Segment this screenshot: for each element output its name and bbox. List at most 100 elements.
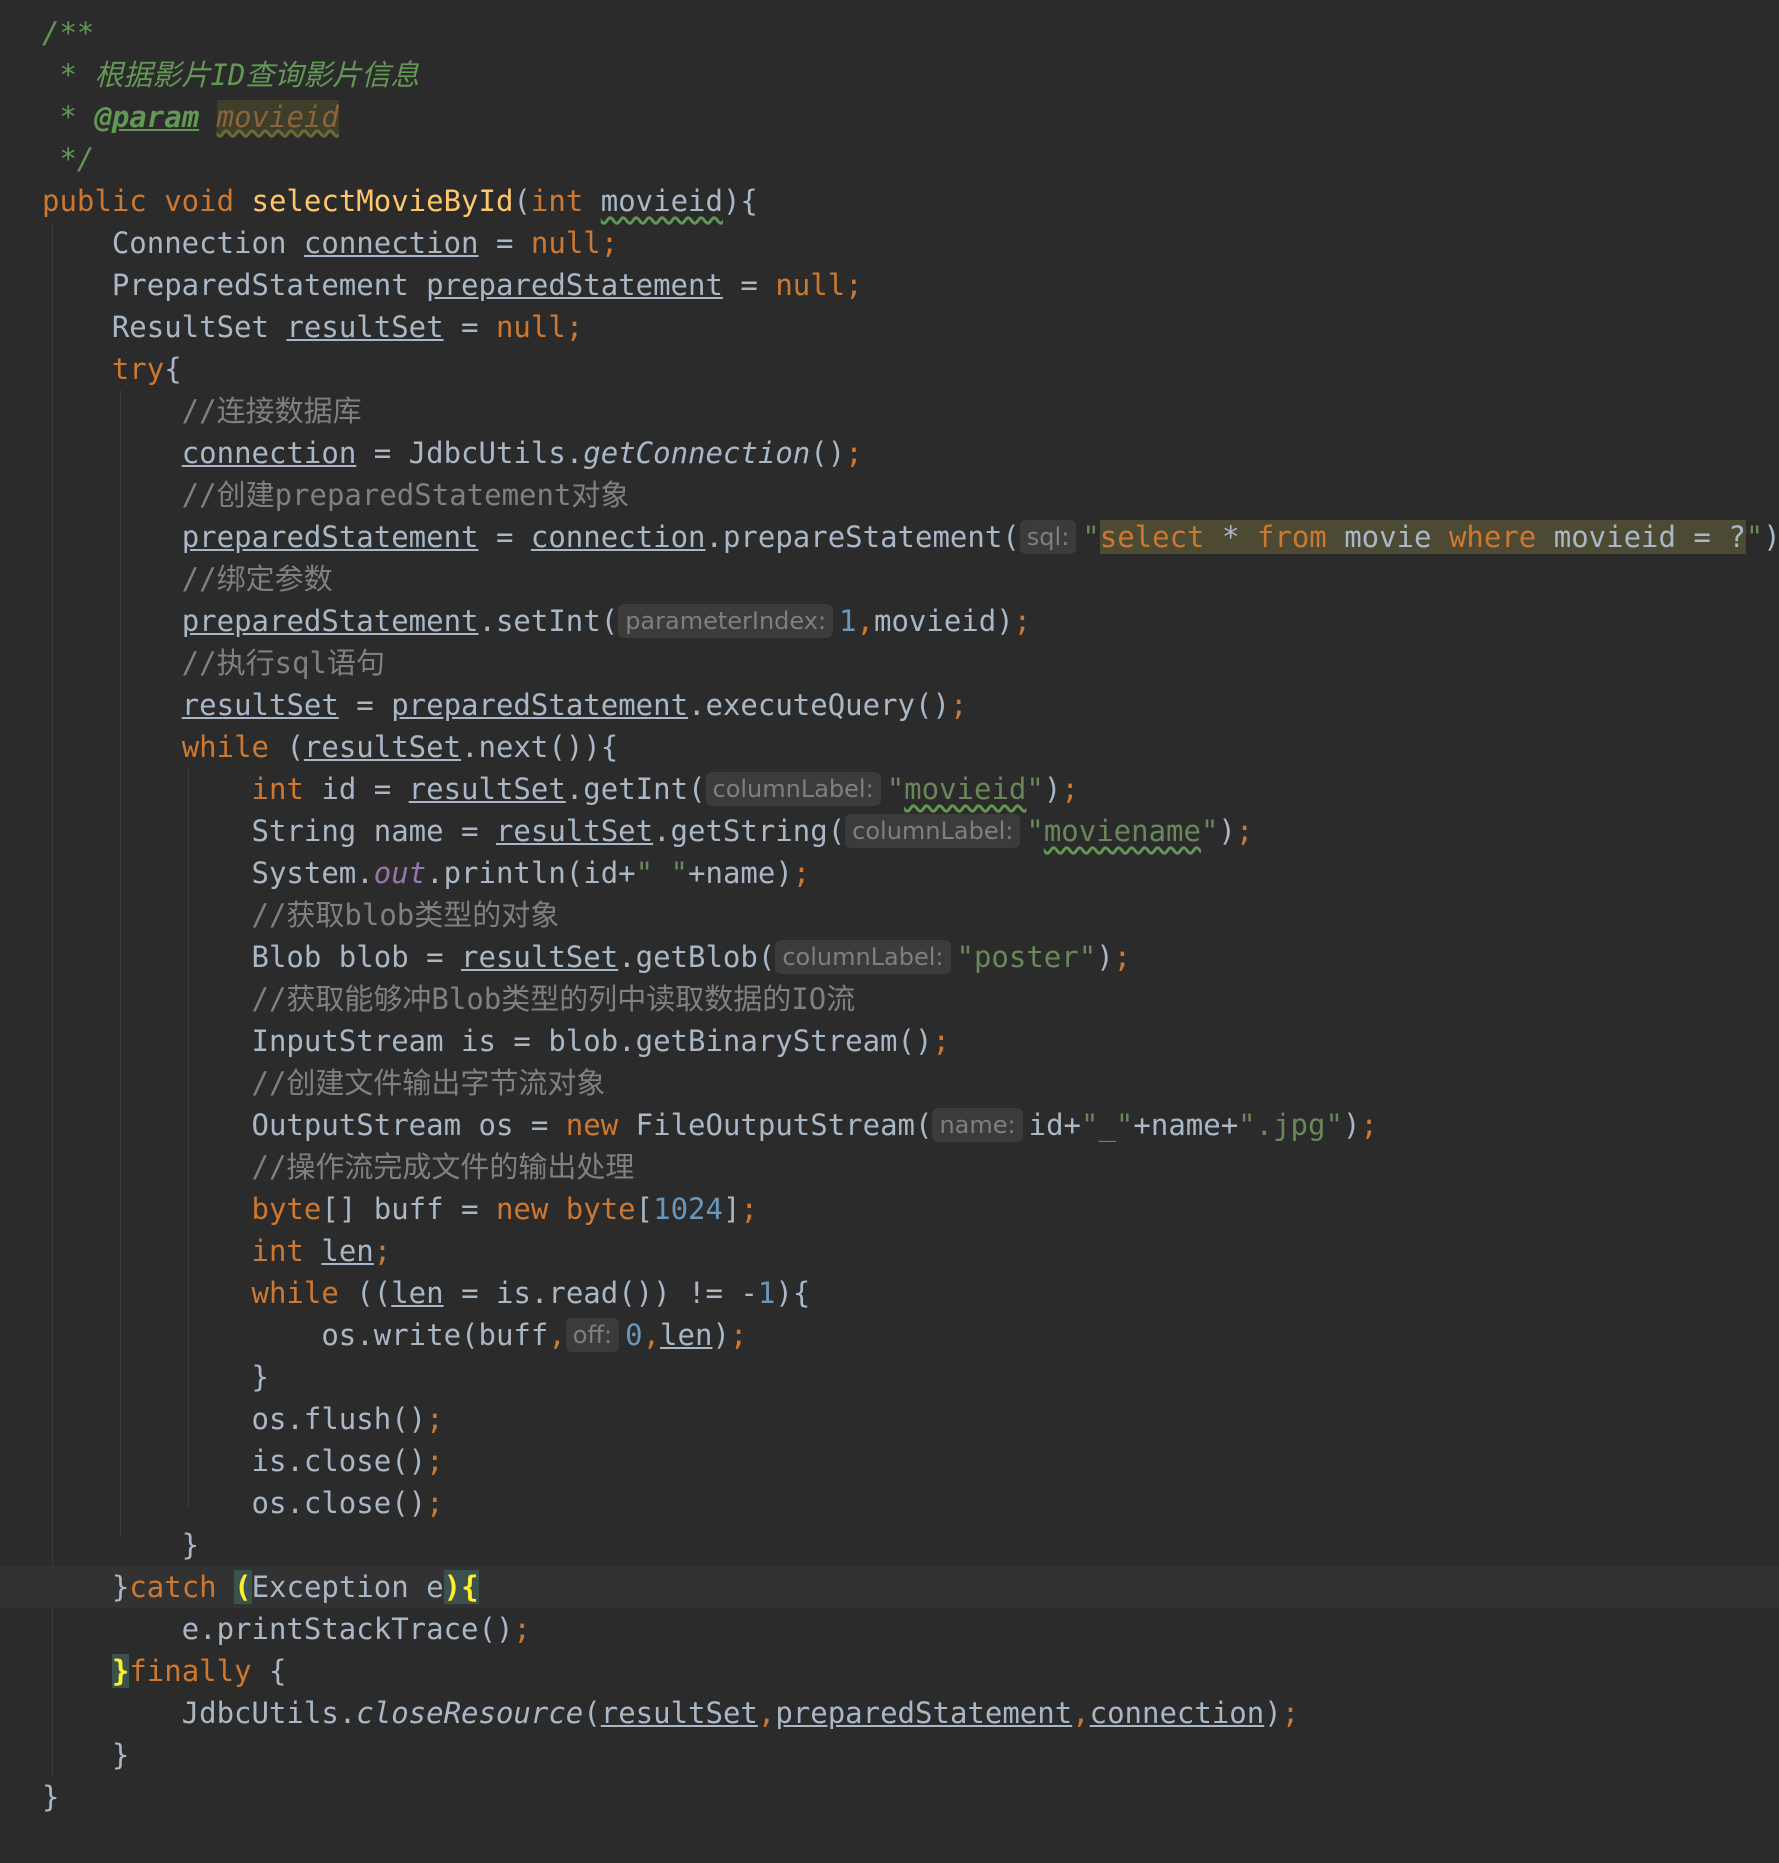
code-line[interactable]: * 根据影片ID查询影片信息: [0, 54, 1779, 96]
code-line[interactable]: os.close();: [0, 1482, 1779, 1524]
code-line-text: public void selectMovieById(int movieid)…: [42, 180, 758, 222]
code-line-text: //执行sql语句: [42, 642, 385, 684]
code-line[interactable]: //连接数据库: [0, 390, 1779, 432]
code-token: }: [42, 1360, 269, 1394]
code-line[interactable]: InputStream is = blob.getBinaryStream();: [0, 1020, 1779, 1062]
code-token: preparedStatement: [181, 604, 479, 638]
code-line-text: Blob blob = resultSet.getBlob(columnLabe…: [42, 936, 1131, 978]
code-line[interactable]: //执行sql语句: [0, 642, 1779, 684]
code-line[interactable]: ResultSet resultSet = null;: [0, 306, 1779, 348]
code-token: getConnection: [583, 436, 811, 470]
code-line[interactable]: while ((len = is.read()) != -1){: [0, 1272, 1779, 1314]
code-line[interactable]: */: [0, 138, 1779, 180]
code-line[interactable]: //获取能够冲Blob类型的列中读取数据的IO流: [0, 978, 1779, 1020]
code-line-text: ResultSet resultSet = null;: [42, 306, 583, 348]
code-token: ): [1096, 940, 1114, 974]
code-line[interactable]: while (resultSet.next()){: [0, 726, 1779, 768]
code-token: = JdbcUtils.: [356, 436, 584, 470]
code-line[interactable]: e.printStackTrace();: [0, 1608, 1779, 1650]
code-token: resultSet: [286, 310, 444, 344]
code-line-text: e.printStackTrace();: [42, 1608, 531, 1650]
code-token: id =: [303, 772, 409, 806]
code-line-text: */: [42, 138, 94, 180]
code-line-text: try{: [42, 348, 182, 390]
code-line[interactable]: System.out.println(id+" "+name);: [0, 852, 1779, 894]
parameter-hint: name:: [932, 1108, 1023, 1142]
code-token: resultSet: [461, 940, 619, 974]
code-line[interactable]: int len;: [0, 1230, 1779, 1272]
code-line[interactable]: }: [0, 1776, 1779, 1818]
code-line[interactable]: try{: [0, 348, 1779, 390]
code-line[interactable]: //创建文件输出字节流对象: [0, 1062, 1779, 1104]
code-line[interactable]: }catch (Exception e){: [0, 1566, 1779, 1608]
code-token: len: [321, 1234, 374, 1268]
code-line[interactable]: os.flush();: [0, 1398, 1779, 1440]
code-token: resultSet: [600, 1696, 758, 1730]
code-line[interactable]: preparedStatement = connection.prepareSt…: [0, 516, 1779, 558]
code-line[interactable]: JdbcUtils.closeResource(resultSet,prepar…: [0, 1692, 1779, 1734]
code-token: {: [251, 1654, 287, 1688]
code-line[interactable]: //绑定参数: [0, 558, 1779, 600]
code-token: public void: [42, 184, 252, 218]
code-token: ;: [426, 1402, 444, 1436]
code-line[interactable]: public void selectMovieById(int movieid)…: [0, 180, 1779, 222]
code-line[interactable]: int id = resultSet.getInt(columnLabel: "m…: [0, 768, 1779, 810]
code-line-text: }finally {: [42, 1650, 286, 1692]
code-line[interactable]: }: [0, 1356, 1779, 1398]
code-line[interactable]: }finally {: [0, 1650, 1779, 1692]
parameter-hint: columnLabel:: [775, 940, 951, 974]
code-line[interactable]: connection = JdbcUtils.getConnection();: [0, 432, 1779, 474]
code-line[interactable]: /**: [0, 12, 1779, 54]
code-line-text: int id = resultSet.getInt(columnLabel: "m…: [42, 768, 1079, 810]
code-token: ;: [426, 1486, 444, 1520]
code-line[interactable]: is.close();: [0, 1440, 1779, 1482]
code-line[interactable]: PreparedStatement preparedStatement = nu…: [0, 264, 1779, 306]
code-line-text: //创建文件输出字节流对象: [42, 1062, 606, 1104]
code-token: preparedStatement: [426, 268, 723, 302]
code-token: is.close(): [42, 1444, 427, 1478]
code-token: preparedStatement: [181, 520, 479, 554]
code-token: ;: [1113, 940, 1132, 974]
code-token: =: [478, 520, 531, 554]
code-line[interactable]: //创建preparedStatement对象: [0, 474, 1779, 516]
code-token: ,: [642, 1318, 661, 1352]
code-line[interactable]: byte[] buff = new byte[1024];: [0, 1188, 1779, 1230]
code-token: try: [111, 352, 165, 386]
code-line[interactable]: //获取blob类型的对象: [0, 894, 1779, 936]
code-token: 0: [625, 1318, 643, 1352]
code-token: +name): [688, 856, 793, 890]
code-token: }: [42, 1570, 130, 1604]
code-line[interactable]: * @param movieid: [0, 96, 1779, 138]
code-line-text: }catch (Exception e){: [42, 1566, 479, 1608]
code-editor[interactable]: /** * 根据影片ID查询影片信息 * @param movieid */ pu…: [0, 0, 1779, 1863]
code-token: resultSet: [303, 730, 462, 764]
code-token: ;: [1281, 1696, 1300, 1730]
code-line[interactable]: String name = resultSet.getString(column…: [0, 810, 1779, 852]
code-line-text: JdbcUtils.closeResource(resultSet,prepar…: [42, 1692, 1300, 1734]
code-line-text: //获取能够冲Blob类型的列中读取数据的IO流: [42, 978, 856, 1020]
code-token: closeResource: [356, 1696, 584, 1730]
code-line[interactable]: resultSet = preparedStatement.executeQue…: [0, 684, 1779, 726]
code-token: ,: [548, 1318, 566, 1352]
code-line-text: while (resultSet.next()){: [42, 726, 619, 768]
code-line[interactable]: Blob blob = resultSet.getBlob(columnLabe…: [0, 936, 1779, 978]
code-token: ;: [1360, 1108, 1378, 1142]
code-line[interactable]: os.write(buff, off: 0,len);: [0, 1314, 1779, 1356]
code-token: os.close(): [42, 1486, 427, 1520]
code-token: //创建preparedStatement对象: [42, 478, 630, 512]
parameter-hint: columnLabel:: [705, 772, 881, 806]
code-line-text: * @param movieid: [42, 96, 339, 138]
code-token: int: [530, 184, 601, 218]
code-token: /**: [42, 16, 95, 50]
code-line[interactable]: preparedStatement.setInt(parameterIndex:…: [0, 600, 1779, 642]
code-line[interactable]: //操作流完成文件的输出处理: [0, 1146, 1779, 1188]
code-line[interactable]: }: [0, 1734, 1779, 1776]
code-line[interactable]: Connection connection = null;: [0, 222, 1779, 264]
code-token: */: [42, 142, 95, 176]
code-line[interactable]: OutputStream os = new FileOutputStream(n…: [0, 1104, 1779, 1146]
code-line[interactable]: }: [0, 1524, 1779, 1566]
